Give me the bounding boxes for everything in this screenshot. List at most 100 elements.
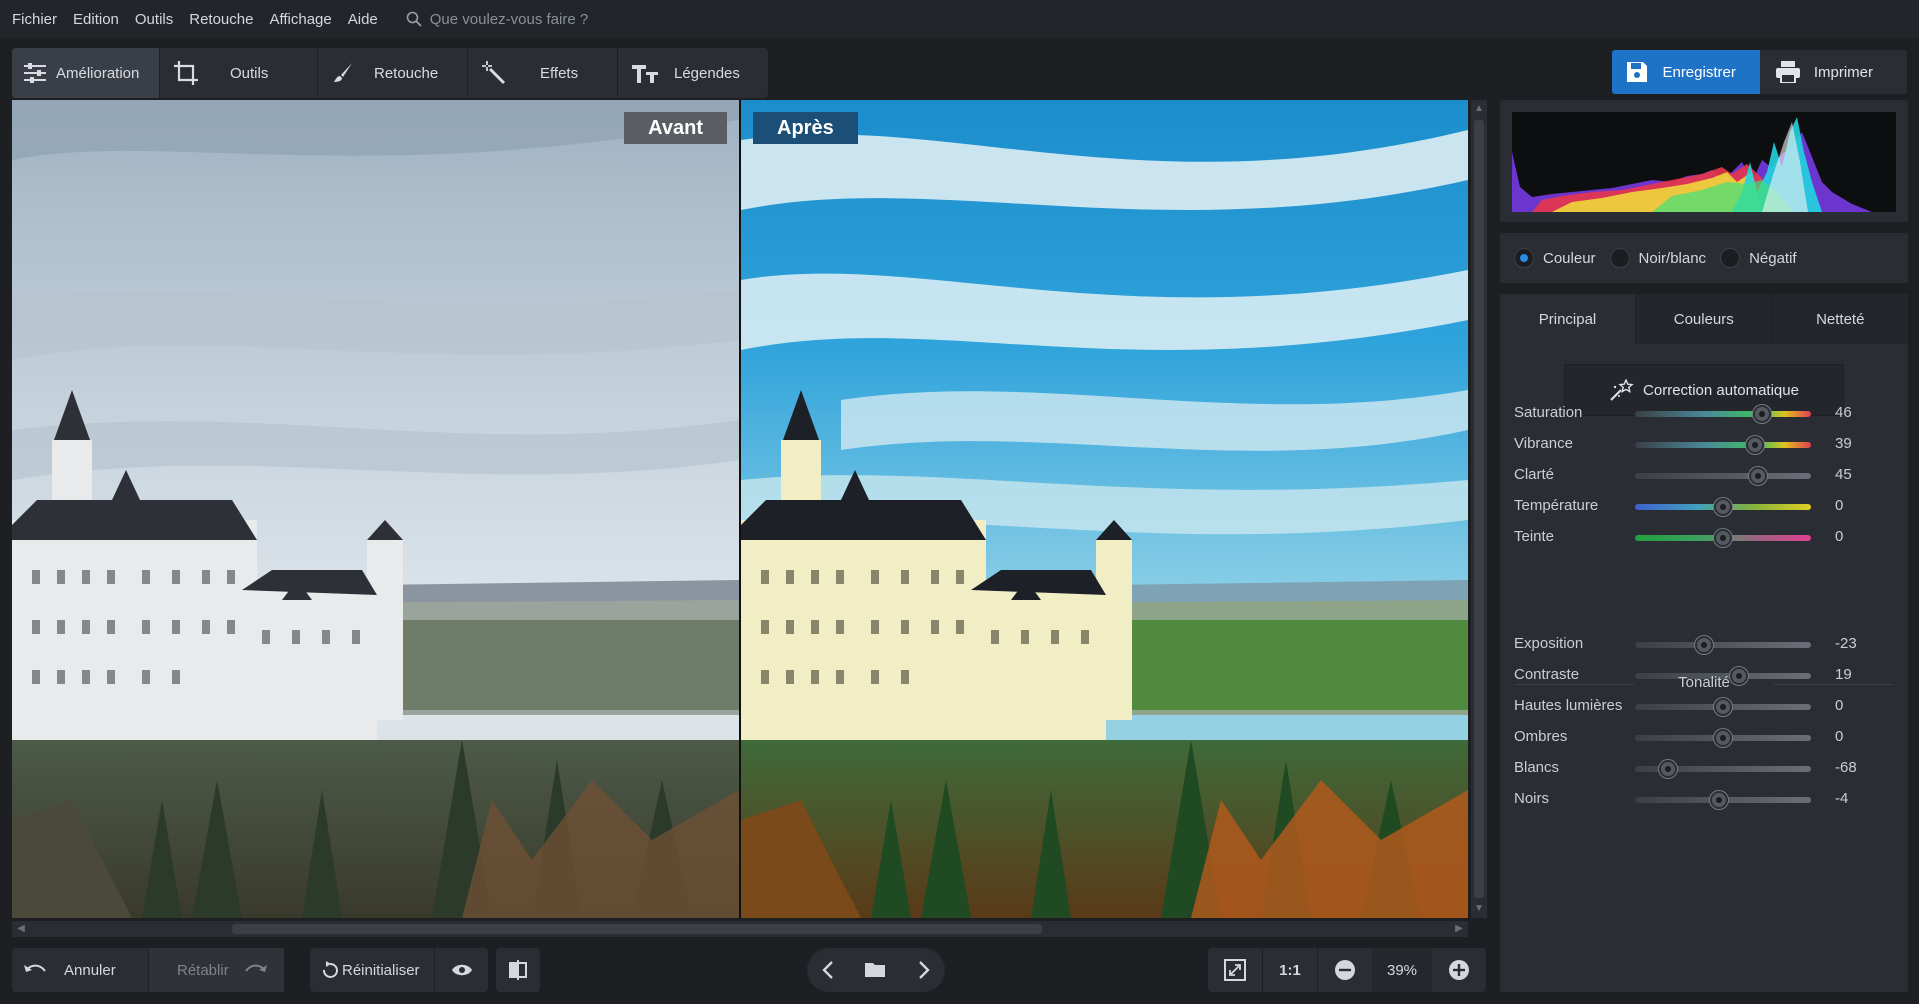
slider-handle[interactable]	[1710, 791, 1729, 809]
undo-button[interactable]: Annuler	[12, 948, 148, 992]
slider-value: 39	[1835, 435, 1852, 452]
zoom-in-icon	[1449, 960, 1469, 980]
menu-retouche[interactable]: Retouche	[189, 11, 253, 28]
before-pane: Avant	[12, 100, 739, 918]
slider-handle[interactable]	[1745, 436, 1764, 454]
menu-aide[interactable]: Aide	[348, 11, 378, 28]
scroll-right-icon[interactable]: ▶	[1450, 921, 1468, 937]
previous-image-icon[interactable]	[822, 961, 834, 979]
zoom-in-button[interactable]	[1432, 948, 1486, 992]
zoom-out-icon	[1335, 960, 1355, 980]
after-photo	[741, 100, 1468, 918]
slider-handle[interactable]	[1752, 405, 1771, 423]
print-label: Imprimer	[1813, 63, 1873, 81]
zoom-value: 39%	[1386, 961, 1418, 979]
tab-effets-label: Effets	[540, 64, 579, 82]
horizontal-scrollbar[interactable]: ◀ ▶	[12, 921, 1468, 937]
zoom-1-1-button[interactable]: 1:1	[1263, 948, 1317, 992]
tab-couleurs[interactable]: Couleurs	[1636, 294, 1773, 344]
histogram-box	[1500, 100, 1908, 222]
slider-handle[interactable]	[1714, 698, 1732, 716]
menu-outils[interactable]: Outils	[135, 11, 173, 28]
slider-value: 0	[1835, 497, 1844, 514]
redo-label: Rétablir	[177, 961, 229, 979]
adjustments-panel: Couleur Noir/blanc Négatif Principal Cou…	[1500, 100, 1908, 992]
slider-label: Blancs	[1514, 759, 1560, 776]
slider-noirs: Noirs -4	[1500, 788, 1908, 812]
tab-amelioration[interactable]: Amélioration	[12, 48, 160, 98]
radio-dot	[1720, 248, 1741, 268]
sliders-icon	[24, 63, 46, 83]
slider-track[interactable]	[1635, 642, 1811, 648]
search-box[interactable]: Que voulez-vous faire ?	[406, 11, 588, 28]
slider-value: 46	[1835, 404, 1852, 421]
horizontal-scroll-thumb[interactable]	[232, 924, 1042, 934]
radio-noir-blanc-label: Noir/blanc	[1638, 249, 1707, 267]
slider-label: Vibrance	[1514, 435, 1573, 452]
auto-correct-label: Correction automatique	[1643, 381, 1799, 399]
slider-track[interactable]	[1635, 442, 1811, 448]
reset-icon	[323, 961, 338, 978]
slider-exposition: Exposition -23	[1500, 633, 1908, 657]
floppy-disk-icon	[1627, 62, 1648, 82]
radio-couleur-label: Couleur	[1543, 249, 1596, 267]
slider-teinte: Teinte 0	[1500, 526, 1908, 550]
slider-value: 0	[1835, 528, 1844, 545]
color-mode-selector: Couleur Noir/blanc Négatif	[1500, 233, 1908, 283]
zoom-out-button[interactable]	[1318, 948, 1372, 992]
radio-couleur[interactable]: Couleur	[1514, 248, 1596, 268]
slider-track[interactable]	[1635, 411, 1811, 417]
tab-retouche[interactable]: Retouche	[318, 48, 468, 98]
save-button[interactable]: Enregistrer	[1612, 50, 1760, 94]
radio-negatif[interactable]: Négatif	[1720, 248, 1797, 268]
open-folder-icon[interactable]	[864, 961, 887, 979]
slider-value: -68	[1835, 759, 1857, 776]
before-label: Avant	[624, 112, 727, 144]
reset-button[interactable]: Réinitialiser	[310, 948, 434, 992]
preview-toggle-button[interactable]	[435, 948, 488, 992]
slider-handle[interactable]	[1714, 729, 1732, 747]
after-pane: Après	[741, 100, 1468, 918]
menu-edition[interactable]: Edition	[73, 11, 119, 28]
tab-outils-label: Outils	[230, 64, 269, 82]
fit-to-window-button[interactable]	[1208, 948, 1262, 992]
slider-clarte: Clarté 45	[1500, 464, 1908, 488]
menu-affichage[interactable]: Affichage	[269, 11, 331, 28]
slider-saturation: Saturation 46	[1500, 402, 1908, 426]
scroll-left-icon[interactable]: ◀	[12, 921, 30, 937]
tab-principal[interactable]: Principal	[1500, 294, 1636, 344]
tool-tabs: Amélioration Outils Retouche Effets Lége…	[12, 48, 768, 98]
settings-tabs: Principal Couleurs Netteté	[1500, 294, 1908, 344]
scroll-down-icon[interactable]: ▼	[1471, 900, 1487, 918]
radio-noir-blanc[interactable]: Noir/blanc	[1609, 248, 1707, 268]
compare-button[interactable]	[496, 948, 540, 992]
magic-stars-icon	[1610, 379, 1634, 401]
image-viewport[interactable]: Avant Après	[12, 100, 1468, 918]
slider-handle[interactable]	[1714, 498, 1732, 516]
vertical-scrollbar[interactable]: ▲ ▼	[1471, 100, 1487, 918]
radio-dot	[1514, 248, 1534, 268]
menu-fichier[interactable]: Fichier	[12, 11, 57, 28]
slider-handle[interactable]	[1694, 636, 1713, 654]
slider-handle[interactable]	[1749, 467, 1768, 485]
zoom-value-box[interactable]: 39%	[1372, 948, 1432, 992]
search-icon	[406, 11, 422, 27]
slider-label: Clarté	[1514, 466, 1555, 483]
image-navigation	[807, 948, 945, 992]
vertical-scroll-thumb[interactable]	[1474, 120, 1484, 898]
text-icon	[632, 65, 658, 83]
print-button[interactable]: Imprimer	[1759, 50, 1907, 94]
reset-group: Réinitialiser	[310, 948, 488, 992]
tab-outils[interactable]: Outils	[160, 48, 318, 98]
slider-value: 0	[1835, 697, 1844, 714]
redo-button[interactable]: Rétablir	[149, 948, 284, 992]
tab-effets[interactable]: Effets	[468, 48, 618, 98]
slider-track[interactable]	[1635, 473, 1811, 479]
slider-handle[interactable]	[1714, 529, 1732, 547]
tab-nettete[interactable]: Netteté	[1772, 294, 1908, 344]
tab-legendes[interactable]: Légendes	[618, 48, 768, 98]
scroll-up-icon[interactable]: ▲	[1471, 100, 1487, 118]
slider-value: 45	[1835, 466, 1852, 483]
next-image-icon[interactable]	[918, 961, 930, 979]
slider-handle[interactable]	[1659, 760, 1678, 778]
